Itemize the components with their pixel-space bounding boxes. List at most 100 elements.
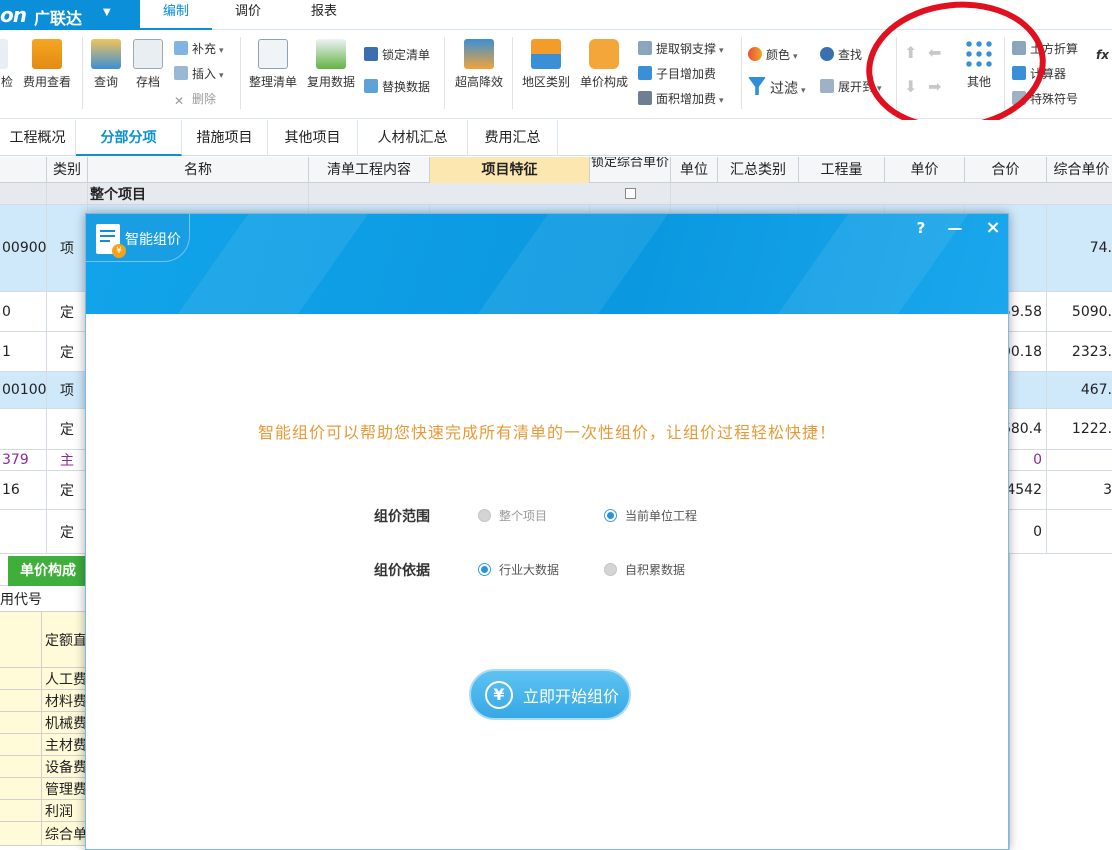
cell-type[interactable]: 项 — [47, 372, 88, 408]
list-item-label: 材料费 — [45, 693, 86, 710]
formula-fx-button[interactable]: fx — [1096, 45, 1109, 65]
basis-radio-self-data[interactable]: 自积累数据 — [604, 561, 685, 578]
list-item-label: 管理费 — [45, 781, 86, 798]
menu-tab-adjust-price[interactable]: 调价 — [224, 0, 272, 30]
lock-checkbox[interactable] — [590, 183, 671, 204]
col-summary-type[interactable]: 汇总类别 — [718, 157, 799, 183]
cell-code[interactable]: 00900 — [0, 205, 47, 291]
cell-code[interactable]: 1 — [0, 332, 47, 371]
cell-composite-price[interactable]: 1222. — [1047, 409, 1112, 449]
fee-view-icon — [32, 39, 62, 69]
help-icon[interactable]: ? — [912, 219, 930, 237]
minimize-icon[interactable]: — — [946, 219, 964, 237]
col-unit[interactable]: 单位 — [671, 157, 718, 183]
list-item[interactable]: 机械费 — [0, 712, 86, 734]
col-list-content[interactable]: 清单工程内容 — [309, 157, 430, 183]
scope-radio-whole-project[interactable]: 整个项目 — [478, 507, 547, 524]
scope-radio-current-unit[interactable]: 当前单位工程 — [604, 507, 697, 524]
unit-price-icon — [589, 39, 619, 69]
cell-composite-price[interactable]: 5090. — [1047, 292, 1112, 331]
tab-division-items[interactable]: 分部分项 — [76, 120, 182, 156]
color-button[interactable]: 颜色 ▾ — [748, 45, 798, 65]
menu-tab-report[interactable]: 报表 — [300, 0, 348, 30]
radio-selected-icon — [478, 563, 491, 576]
extract-steel-support-button[interactable]: 提取钢支撑 ▾ — [638, 39, 724, 59]
organize-list-icon — [258, 39, 288, 69]
menu-tab-edit[interactable]: 编制 — [140, 0, 212, 30]
list-item[interactable]: 管理费 — [0, 778, 86, 800]
col-type[interactable]: 类别 — [47, 157, 88, 183]
cell-code[interactable]: 0 — [0, 292, 47, 331]
col-total[interactable]: 合价 — [965, 157, 1047, 183]
list-item[interactable]: 主材费 — [0, 734, 86, 756]
list-item-label: 综合单 — [45, 826, 86, 843]
cell-composite-price[interactable]: 2323. — [1047, 332, 1112, 371]
tab-project-overview[interactable]: 工程概况 — [0, 120, 76, 156]
list-item[interactable]: 利润 — [0, 800, 86, 822]
find-button[interactable]: 查找 — [820, 45, 862, 65]
col-name[interactable]: 名称 — [88, 157, 309, 183]
cell-composite-price[interactable]: 3 — [1047, 471, 1112, 509]
organize-list-button[interactable]: 整理清单 — [248, 39, 298, 90]
tab-measure-items[interactable]: 措施项目 — [182, 120, 268, 156]
cell-code[interactable] — [0, 510, 47, 553]
cell-composite-price[interactable]: 74. — [1047, 205, 1112, 291]
sub-item-add-fee-button[interactable]: 子目增加费 — [638, 64, 716, 84]
cell-code[interactable]: 379 — [0, 450, 47, 470]
insert-button[interactable]: 插入 ▾ — [174, 64, 224, 84]
col-composite-price[interactable]: 综合单价 — [1047, 157, 1112, 183]
cell-type[interactable]: 定 — [47, 292, 88, 331]
tab-unit-price-composition[interactable]: 单价构成 — [8, 556, 88, 586]
col-code[interactable] — [0, 157, 47, 183]
list-item[interactable]: 综合单 — [0, 822, 86, 846]
binoculars-icon — [820, 47, 834, 61]
replace-data-button[interactable]: 替换数据 — [364, 77, 430, 97]
lock-list-button[interactable]: 锁定清单 — [364, 45, 430, 65]
col-price[interactable]: 单价 — [885, 157, 965, 183]
cell-type[interactable]: 主 — [47, 450, 88, 470]
filter-funnel-icon — [748, 77, 766, 95]
tab-labor-material-summary[interactable]: 人材机汇总 — [358, 120, 468, 156]
cell-composite-price[interactable] — [1047, 450, 1112, 470]
area-add-fee-button[interactable]: 面积增加费 ▾ — [638, 89, 724, 109]
list-item[interactable]: 定额直 — [0, 612, 86, 668]
save-archive-button[interactable]: 存档 — [130, 39, 166, 90]
cell-code[interactable]: 16 — [0, 471, 47, 509]
supplement-button[interactable]: 补充 ▾ — [174, 39, 224, 59]
region-type-button[interactable]: 地区类别 — [520, 39, 572, 90]
basis-radio-industry-data[interactable]: 行业大数据 — [478, 561, 559, 578]
check-button[interactable]: 检 — [0, 39, 18, 90]
cell-type[interactable]: 定 — [47, 471, 88, 509]
start-pricing-button[interactable]: ¥ 立即开始组价 — [469, 669, 631, 720]
close-icon[interactable]: × — [984, 219, 1002, 237]
query-button[interactable]: 查询 — [88, 39, 124, 90]
cell-code[interactable]: 00100 — [0, 372, 47, 408]
reuse-data-button[interactable]: 复用数据 — [305, 39, 357, 90]
grid-header: 类别 名称 清单工程内容 项目特征 锁定综合单价 单位 汇总类别 工程量 单价 … — [0, 157, 1112, 183]
fee-view-button[interactable]: 费用查看 — [20, 39, 74, 90]
filter-button[interactable]: 过滤 ▾ — [748, 77, 806, 97]
unit-price-composition-button[interactable]: 单价构成 — [578, 39, 630, 90]
tab-fee-summary[interactable]: 费用汇总 — [468, 120, 558, 156]
cell-code[interactable] — [0, 409, 47, 449]
cell-type[interactable]: 定 — [47, 332, 88, 371]
cell-composite-price[interactable]: 467. — [1047, 372, 1112, 408]
cell-composite-price[interactable] — [1047, 510, 1112, 553]
table-row-total[interactable]: 整个项目 — [0, 183, 1112, 205]
cell-type[interactable]: 项 — [47, 205, 88, 291]
delete-button[interactable]: ✕ 删除 — [174, 89, 216, 109]
super-high-button[interactable]: 超高降效 — [452, 39, 506, 90]
grid-right-edge — [1009, 554, 1112, 850]
app-brand-menu[interactable]: on 广联达 ▼ — [0, 0, 140, 30]
list-item[interactable]: 设备费 — [0, 756, 86, 778]
tab-other-items[interactable]: 其他项目 — [268, 120, 358, 156]
col-lock-price[interactable]: 锁定综合单价 — [590, 157, 671, 183]
cell-type[interactable]: 定 — [47, 409, 88, 449]
list-item[interactable]: 材料费 — [0, 690, 86, 712]
col-quantity[interactable]: 工程量 — [799, 157, 885, 183]
brand-name: 广联达 — [34, 9, 83, 28]
list-item[interactable]: 人工费 — [0, 668, 86, 690]
start-pricing-label: 立即开始组价 — [523, 686, 620, 706]
cell-type[interactable]: 定 — [47, 510, 88, 553]
col-feature[interactable]: 项目特征 — [430, 157, 590, 183]
